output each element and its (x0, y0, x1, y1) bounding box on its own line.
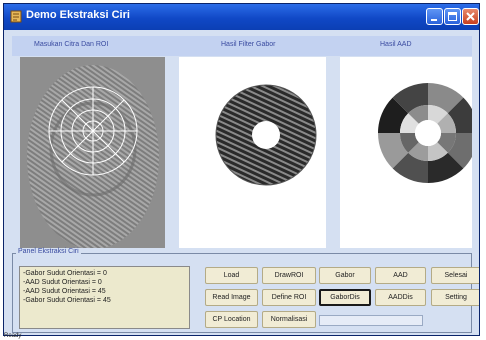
minimize-button[interactable] (426, 8, 443, 25)
log-line: -Gabor Sudut Orientasi = 0 (23, 270, 107, 277)
aaddis-button[interactable]: AADDis (375, 289, 426, 306)
aad-image (377, 82, 472, 184)
progress-bar (319, 315, 423, 326)
title-bar[interactable]: Demo Ekstraksi Ciri (4, 4, 479, 30)
gabor-image (215, 84, 317, 186)
header-aad-result: Hasil AAD (380, 41, 412, 48)
gabor-button[interactable]: Gabor (319, 267, 371, 284)
app-icon (10, 10, 22, 23)
header-input-image: Masukan Citra Dan ROI (34, 41, 109, 48)
aad-result-panel (340, 57, 472, 248)
client-area: Masukan Citra Dan ROI Hasil Filter Gabor… (4, 30, 479, 334)
group-title: Panel Ekstraksi Ciri (16, 248, 81, 255)
drawroi-button[interactable]: DrawROI (262, 267, 316, 284)
minimize-icon (431, 19, 437, 21)
close-button[interactable] (462, 8, 479, 25)
aad-button[interactable]: AAD (375, 267, 426, 284)
define-roi-button[interactable]: Define ROI (262, 289, 316, 306)
setting-button[interactable]: Setting (431, 289, 479, 306)
fingerprint-image (20, 57, 165, 248)
selesai-button[interactable]: Selesai (431, 267, 479, 284)
maximize-button[interactable] (444, 8, 461, 25)
roi-overlay (48, 86, 138, 176)
input-image-panel (20, 57, 165, 248)
cp-location-button[interactable]: CP Location (205, 311, 258, 328)
status-text: Ready (4, 333, 22, 339)
gabor-result-panel (179, 57, 326, 248)
header-gabor-result: Hasil Filter Gabor (221, 41, 276, 48)
app-window: Demo Ekstraksi Ciri Masukan Citra Dan RO… (3, 3, 480, 336)
gabordis-button[interactable]: GaborDis (319, 289, 371, 306)
log-line: -AAD Sudut Orientasi = 45 (23, 288, 106, 295)
window-title: Demo Ekstraksi Ciri (26, 9, 130, 21)
load-button[interactable]: Load (205, 267, 258, 284)
log-listbox[interactable]: -Gabor Sudut Orientasi = 0 -AAD Sudut Or… (19, 266, 190, 329)
read-image-button[interactable]: Read Image (205, 289, 258, 306)
close-icon (466, 12, 475, 21)
normalisasi-button[interactable]: Normalisasi (262, 311, 316, 328)
log-line: -AAD Sudut Orientasi = 0 (23, 279, 102, 286)
log-line: -Gabor Sudut Orientasi = 45 (23, 297, 111, 304)
maximize-icon (448, 12, 457, 21)
